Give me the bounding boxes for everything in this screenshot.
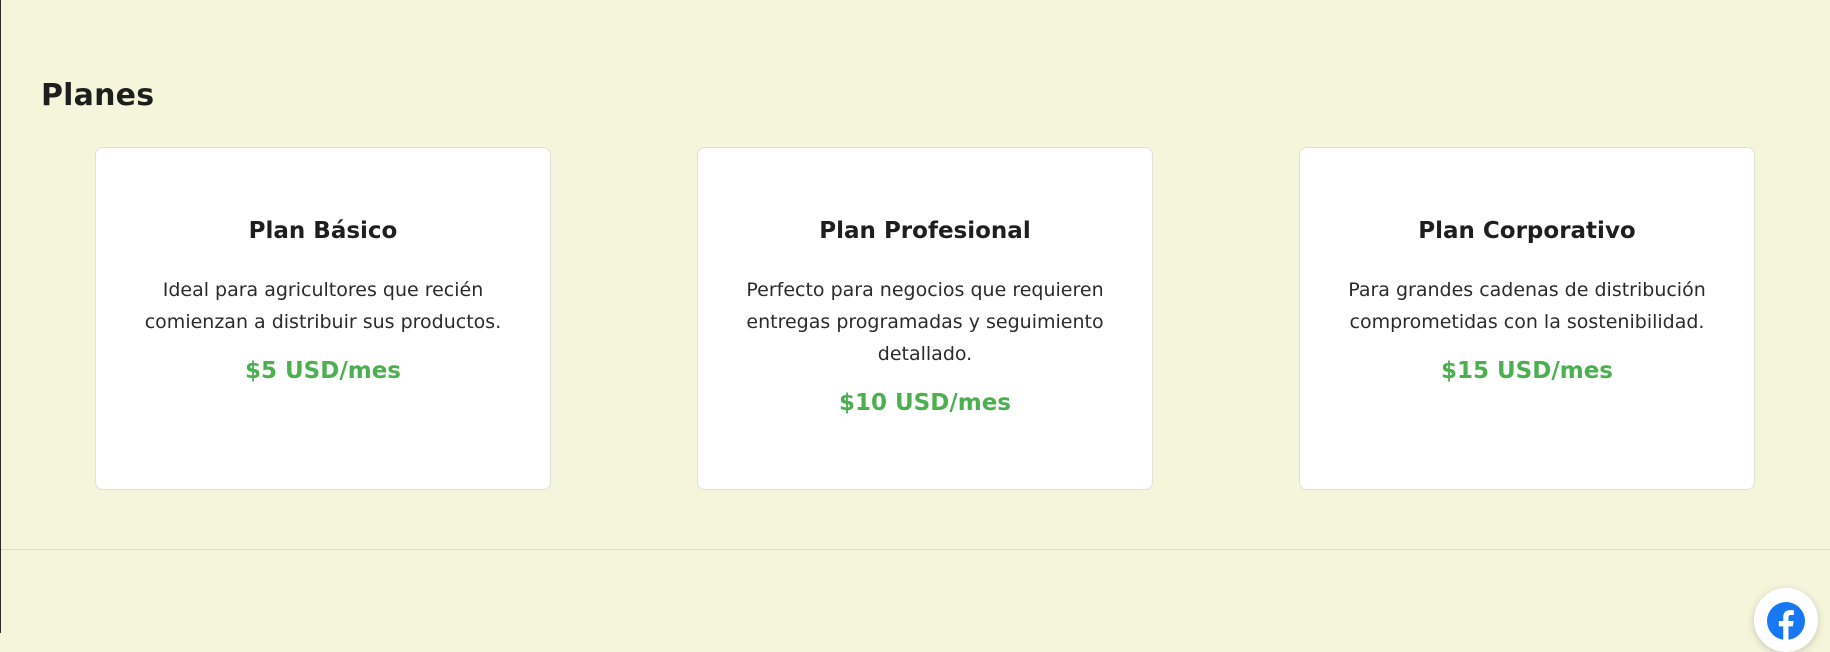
plan-card-profesional: Plan Profesional Perfecto para negocios … [697, 147, 1153, 490]
plan-description: Ideal para agricultores que recién comie… [144, 279, 502, 333]
plan-description: Perfecto para negocios que requieren ent… [746, 279, 1104, 365]
footer-divider [1, 549, 1830, 550]
facebook-icon [1767, 602, 1805, 640]
plan-title: Plan Corporativo [1418, 218, 1636, 244]
plan-price: $15 USD/mes [1440, 358, 1613, 384]
plan-description: Para grandes cadenas de distribución com… [1348, 279, 1706, 333]
section-title: Planes [41, 78, 155, 113]
plan-card-basico: Plan Básico Ideal para agricultores que … [95, 147, 551, 490]
plan-title: Plan Profesional [819, 218, 1031, 244]
plan-price: $10 USD/mes [838, 390, 1011, 416]
plan-card-corporativo: Plan Corporativo Para grandes cadenas de… [1299, 147, 1755, 490]
facebook-button[interactable] [1754, 588, 1818, 652]
plan-cards: Plan Básico Ideal para agricultores que … [95, 147, 1755, 490]
plans-section: Planes Plan Básico Ideal para agricultor… [1, 0, 1830, 550]
plan-price: $5 USD/mes [244, 358, 401, 384]
plan-title: Plan Básico [248, 218, 398, 244]
